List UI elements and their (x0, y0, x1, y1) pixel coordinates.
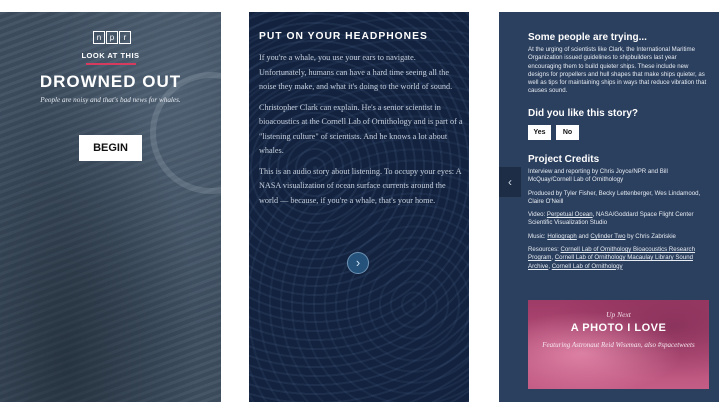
credits-heading: Project Credits (528, 154, 600, 165)
next-button[interactable]: › (347, 252, 369, 274)
credit-produced: Produced by Tyler Fisher, Becky Lettenbe… (528, 189, 701, 205)
perpetual-ocean-link[interactable]: Perpetual Ocean (547, 211, 593, 218)
closing-screen: ‹ Some people are trying... At the urgin… (499, 12, 719, 402)
up-next-title: A PHOTO I LOVE (570, 322, 667, 334)
credit-label: Resources: (528, 246, 561, 254)
credit-video: Video: Perpetual Ocean, NASA/Goddard Spa… (528, 211, 711, 228)
solutions-text: At the urging of scientists like Clark, … (528, 46, 707, 95)
yes-button[interactable]: Yes (528, 125, 551, 140)
ornithology-link[interactable]: Cornell Lab of Ornithology (552, 263, 623, 270)
no-button[interactable]: No (556, 125, 579, 140)
credit-music: Music: Holiograph and Cylinder Two by Ch… (528, 233, 711, 241)
credits-list: Interview and reporting by Chris Joyce/N… (528, 168, 711, 276)
credit-label: Video: (528, 211, 547, 219)
cylinder-two-link[interactable]: Cylinder Two (590, 233, 625, 240)
eyebrow-label: LOOK AT THIS (81, 51, 140, 60)
story-paragraph: This is an audio story about listening. … (259, 166, 462, 205)
credit-resources: Resources: Cornell Lab of Ornithology Bi… (528, 246, 711, 271)
back-button[interactable]: ‹ (499, 167, 521, 197)
accent-divider (86, 63, 136, 65)
chevron-left-icon: ‹ (508, 175, 512, 189)
story-title: DROWNED OUT (39, 72, 182, 91)
story-paragraph: Christopher Clark can explain. He's a se… (259, 102, 463, 156)
npr-logo-letter-r: r (119, 31, 131, 44)
credit-text: and (576, 232, 591, 240)
feedback-question: Did you like this story? (528, 108, 639, 119)
npr-logo-letter-p: p (106, 31, 118, 44)
up-next-card[interactable]: Up Next A PHOTO I LOVE Featuring Astrona… (528, 300, 709, 389)
story-subtitle: People are noisy and that's bad news for… (40, 96, 181, 104)
solutions-heading: Some people are trying... (528, 32, 647, 43)
credit-text: by Chris Zabriskie (625, 232, 676, 240)
up-next-label: Up Next (606, 310, 631, 319)
credit-label: Music: (528, 232, 548, 240)
begin-button[interactable]: BEGIN (79, 135, 142, 161)
holiograph-link[interactable]: Holiograph (547, 233, 576, 240)
credit-reporting: Interview and reporting by Chris Joyce/N… (528, 168, 668, 184)
npr-logo: n p r (93, 31, 131, 44)
story-paragraph: If you're a whale, you use your ears to … (259, 53, 453, 91)
intro-screen: n p r LOOK AT THIS DROWNED OUT People ar… (0, 12, 221, 402)
up-next-subtitle: Featuring Astronaut Reid Wiseman, also #… (542, 341, 695, 349)
chevron-right-icon: › (355, 255, 361, 270)
story-text: If you're a whale, you use your ears to … (259, 51, 464, 214)
headphones-screen: PUT ON YOUR HEADPHONES If you're a whale… (249, 12, 469, 402)
section-title: PUT ON YOUR HEADPHONES (259, 31, 428, 42)
npr-logo-letter-n: n (93, 31, 105, 44)
